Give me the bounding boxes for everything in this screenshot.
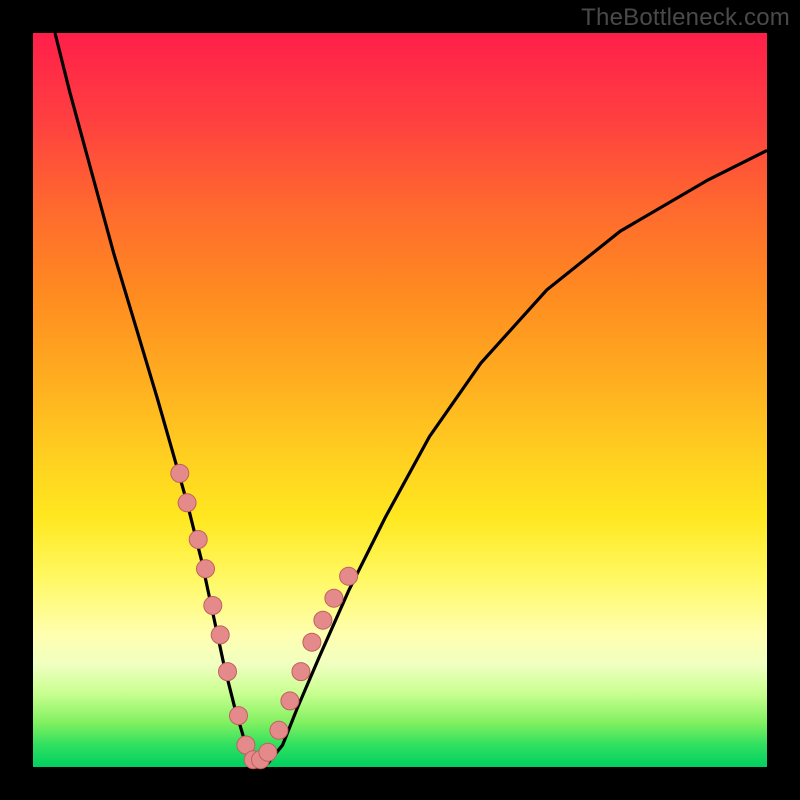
- bottleneck-curve: [55, 33, 767, 763]
- watermark-text: TheBottleneck.com: [581, 4, 790, 32]
- data-point: [303, 633, 321, 651]
- plot-area: [33, 33, 767, 767]
- data-point: [219, 663, 237, 681]
- data-point: [281, 692, 299, 710]
- data-point: [178, 494, 196, 512]
- data-point: [230, 707, 248, 725]
- chart-frame: TheBottleneck.com: [0, 0, 800, 800]
- data-point: [171, 464, 189, 482]
- curve-svg: [33, 33, 767, 767]
- data-point: [204, 597, 222, 615]
- data-point: [197, 560, 215, 578]
- data-point: [314, 611, 332, 629]
- data-point: [292, 663, 310, 681]
- data-point: [270, 721, 288, 739]
- data-point: [189, 531, 207, 549]
- data-point-markers: [171, 464, 358, 768]
- data-point: [211, 626, 229, 644]
- data-point: [325, 589, 343, 607]
- data-point: [340, 567, 358, 585]
- data-point: [259, 743, 277, 761]
